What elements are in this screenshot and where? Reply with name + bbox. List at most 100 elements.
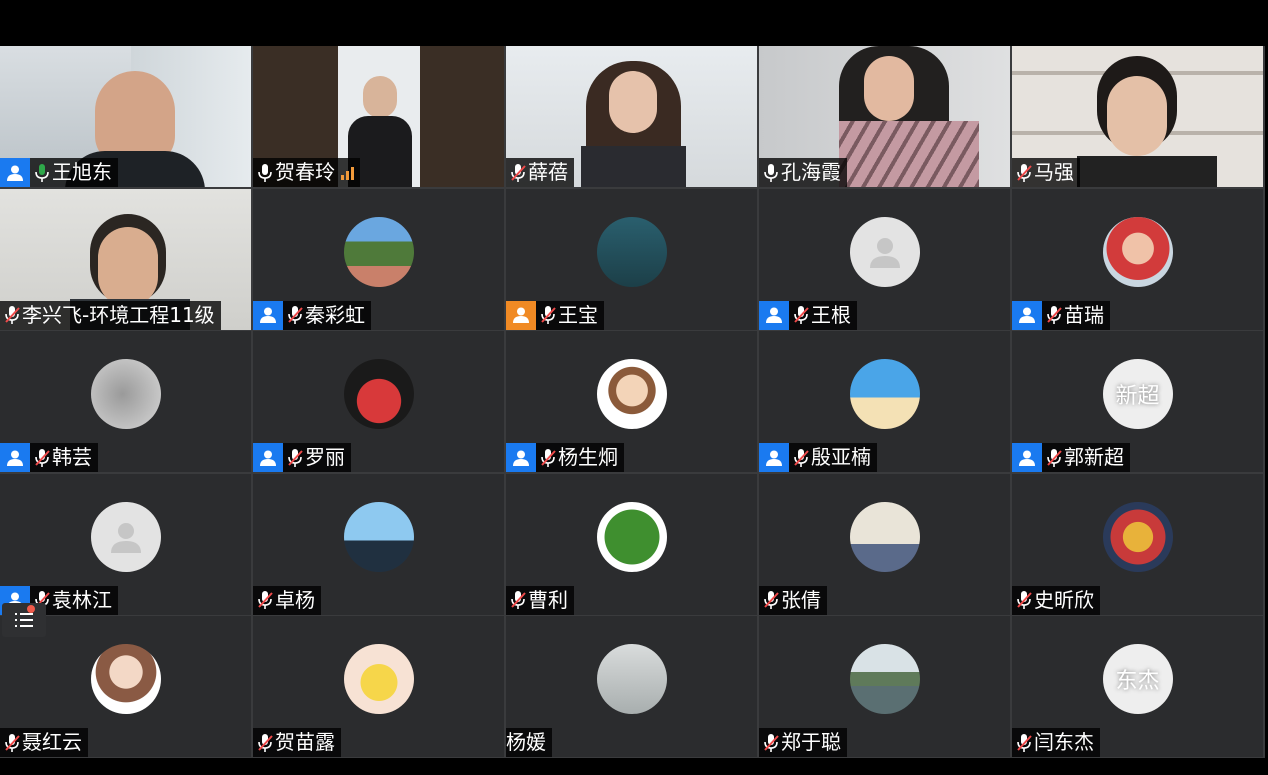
participant-name: 王根 [811,302,851,327]
participant-nameplate: 王根 [759,300,857,330]
participant-role-icon [506,300,536,330]
participant-avatar [90,501,161,572]
mic-muted-icon [1014,728,1034,757]
participant-role-icon [253,443,283,472]
participant-tile[interactable]: 新超 郭新超 [1012,331,1263,472]
mic-icon [255,158,275,187]
participant-tile[interactable]: 苗瑞 [1012,188,1263,330]
participant-nameplate: 王宝 [506,300,604,330]
participant-avatar [90,359,161,429]
participant-tile[interactable]: 杨媛 [506,616,757,757]
participant-role-icon [759,443,789,472]
participant-name: 薛蓓 [528,160,568,184]
mic-muted-icon [791,301,811,330]
participant-tile[interactable]: 薛蓓 [506,46,757,187]
participant-avatar [1102,501,1173,572]
mic-muted-icon [538,443,558,472]
mic-muted-icon [538,301,558,330]
participant-name: 马强 [1034,160,1074,184]
participant-avatar [849,216,920,287]
participant-avatar: 新超 [1102,359,1173,429]
participant-tile[interactable]: 王宝 [506,188,757,330]
participant-nameplate: 闫东杰 [1012,728,1100,757]
participant-nameplate: 殷亚楠 [759,443,877,472]
participant-tile[interactable]: 聂红云 [0,616,251,757]
participant-tile[interactable]: 韩芸 [0,331,251,472]
mic-icon [32,158,52,187]
participant-nameplate: 韩芸 [0,443,98,472]
participant-nameplate: 张倩 [759,585,827,615]
participant-name: 袁林江 [52,587,112,612]
participant-tile[interactable]: 王根 [759,188,1010,330]
participant-nameplate: 杨媛 [506,728,552,757]
participant-avatar [596,359,667,429]
participant-role-icon [0,158,30,187]
participant-nameplate: 史昕欣 [1012,585,1100,615]
participant-tile[interactable]: 袁林江 [0,473,251,615]
participant-nameplate: 杨生炯 [506,443,624,472]
mic-muted-icon [1044,301,1064,330]
participant-avatar [849,644,920,714]
participant-tile[interactable]: 郑于聪 [759,616,1010,757]
participant-nameplate: 郭新超 [1012,443,1130,472]
participant-tile[interactable]: 东杰 闫东杰 [1012,616,1263,757]
participant-tile[interactable]: 罗丽 [253,331,504,472]
participant-avatar: 东杰 [1102,644,1173,714]
mic-muted-icon [255,728,275,757]
participant-name: 李兴飞-环境工程11级 [22,302,215,327]
mic-muted-icon [761,728,781,757]
participant-tile[interactable]: 史昕欣 [1012,473,1263,615]
participant-nameplate: 王旭东 [0,158,118,187]
participant-tile[interactable]: 殷亚楠 [759,331,1010,472]
participant-tile[interactable]: 贺苗露 [253,616,504,757]
participant-name: 贺春玲 [275,160,335,184]
mic-muted-icon [2,728,22,757]
participant-nameplate: 薛蓓 [506,158,574,187]
participant-avatar [849,501,920,572]
default-user-icon [869,237,900,268]
participant-list-button[interactable] [2,603,46,637]
participant-role-icon [506,443,536,472]
mic-muted-icon [1044,443,1064,472]
mic-muted-icon [1014,586,1034,615]
participant-name: 韩芸 [52,445,92,469]
participant-role-icon [1012,300,1042,330]
participant-name: 罗丽 [305,445,345,469]
participant-name: 王旭东 [52,160,112,184]
mic-muted-icon [791,443,811,472]
participant-nameplate: 曹利 [506,585,574,615]
participant-name: 殷亚楠 [811,445,871,469]
participant-name: 郑于聪 [781,730,841,754]
participant-tile[interactable]: 卓杨 [253,473,504,615]
default-user-icon [110,522,141,553]
participant-tile[interactable]: 王旭东 [0,46,251,187]
participant-nameplate: 苗瑞 [1012,300,1110,330]
participant-tile[interactable]: 李兴飞-环境工程11级 [0,188,251,330]
signal-strength-icon [341,166,354,180]
participant-name: 史昕欣 [1034,587,1094,612]
participant-tile[interactable]: 杨生炯 [506,331,757,472]
avatar-text: 东杰 [1115,669,1160,694]
mic-muted-icon [508,158,528,187]
video-grid: 王旭东 贺春玲 薛蓓 孔海霞 马强 李兴飞-环境工程11级 秦彩虹 王宝 王根 … [0,46,1265,758]
mic-muted-icon [1014,158,1034,187]
avatar-text: 新超 [1115,384,1160,409]
mic-muted-icon [761,586,781,615]
participant-tile[interactable]: 马强 [1012,46,1263,187]
participant-name: 郭新超 [1064,445,1124,469]
mic-muted-icon [2,301,22,330]
participant-avatar [343,216,414,287]
participant-tile[interactable]: 贺春玲 [253,46,504,187]
participant-avatar [343,644,414,714]
participant-tile[interactable]: 孔海霞 [759,46,1010,187]
participant-tile[interactable]: 秦彩虹 [253,188,504,330]
participant-name: 张倩 [781,587,821,612]
list-icon [15,613,33,627]
participant-avatar [596,644,667,714]
participant-avatar [596,216,667,287]
participant-nameplate: 贺苗露 [253,728,341,757]
mic-muted-icon [285,443,305,472]
participant-tile[interactable]: 曹利 [506,473,757,615]
participant-tile[interactable]: 张倩 [759,473,1010,615]
participant-nameplate: 孔海霞 [759,158,847,187]
